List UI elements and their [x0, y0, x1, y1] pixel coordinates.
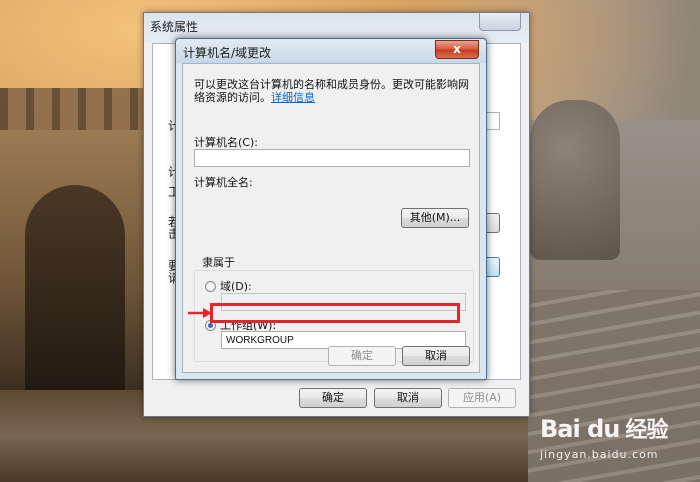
ok-button[interactable]: 确定	[328, 346, 396, 366]
close-button[interactable]	[479, 13, 521, 31]
computer-name-label: 计算机名(C):	[194, 136, 258, 149]
domain-radio[interactable]	[205, 281, 216, 292]
computer-name-input[interactable]	[194, 149, 470, 167]
cancel-button[interactable]: 取消	[402, 346, 470, 366]
full-name-label: 计算机全名:	[194, 176, 253, 189]
bridge-railing	[0, 88, 150, 133]
domain-label: 域(D):	[220, 280, 252, 293]
computer-name-dialog: 计算机名/域更改 x 可以更改这台计算机的名称和成员身份。更改可能影响网络资源的…	[175, 38, 487, 380]
cancel-button[interactable]: 取消	[374, 388, 442, 408]
description-text: 可以更改这台计算机的名称和成员身份。更改可能影响网络资源的访问。	[194, 78, 469, 104]
watermark-cn-text: 经验	[625, 418, 668, 443]
dialog-title: 计算机名/域更改	[183, 46, 272, 60]
dialog-description: 可以更改这台计算机的名称和成员身份。更改可能影响网络资源的访问。详细信息	[194, 78, 474, 104]
bridge-arch	[25, 185, 125, 405]
dialog-body: 可以更改这台计算机的名称和成员身份。更改可能影响网络资源的访问。详细信息 计算机…	[182, 63, 480, 373]
stone-lion-statue	[530, 100, 620, 260]
apply-button[interactable]: 应用(A)	[448, 388, 516, 408]
details-link[interactable]: 详细信息	[271, 91, 315, 104]
window-title: 系统属性	[150, 20, 199, 34]
watermark-url: jingyan.baidu.com	[540, 448, 659, 461]
watermark-logo-text: Bai du	[540, 415, 620, 443]
member-of-legend: 隶属于	[200, 254, 237, 270]
ok-button[interactable]: 确定	[299, 388, 367, 408]
more-button[interactable]: 其他(M)...	[401, 208, 469, 228]
baidu-watermark: Bai du 经验 jingyan.baidu.com	[540, 412, 690, 472]
pointer-arrow-icon	[188, 308, 212, 318]
close-icon[interactable]: x	[435, 40, 479, 59]
watermark-logo: Bai du 经验	[540, 412, 668, 444]
dialog-titlebar: 计算机名/域更改 x	[176, 39, 486, 63]
workgroup-highlight-box	[210, 303, 460, 323]
